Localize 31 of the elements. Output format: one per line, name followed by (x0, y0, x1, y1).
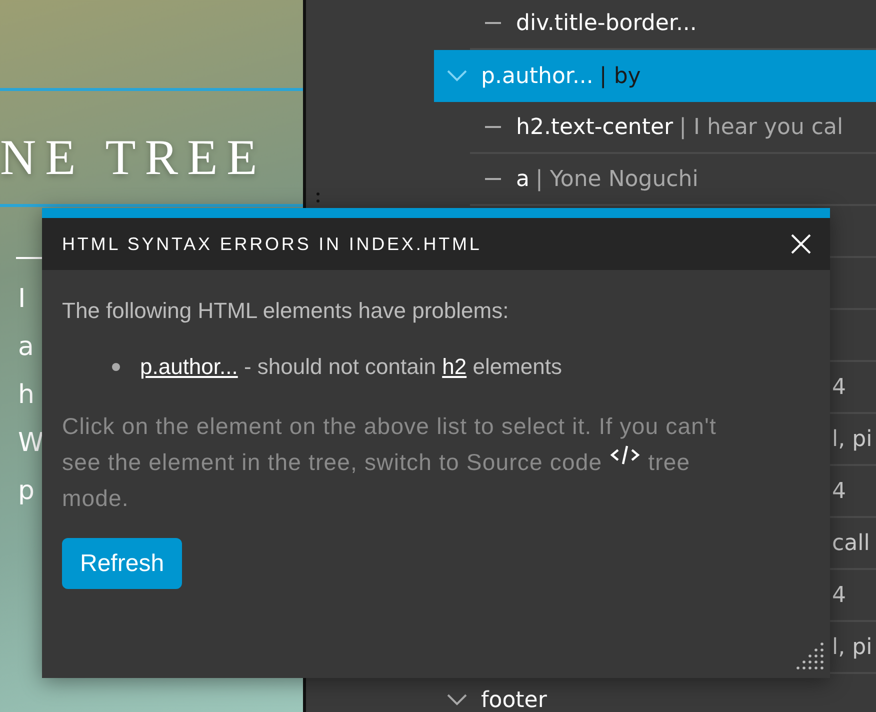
bullet-icon (112, 363, 120, 371)
tree-row-text: l, pi (832, 634, 872, 660)
resize-grip-icon[interactable] (796, 640, 826, 670)
dash-icon (485, 125, 501, 129)
poem-text: h (18, 379, 36, 412)
tree-row-text: 4 (832, 582, 846, 608)
error-message: p.author... - should not contain h2 elements (140, 353, 562, 381)
element-link[interactable]: p.author... (140, 354, 238, 379)
poem-text: p (18, 475, 36, 508)
dash-icon (485, 177, 501, 181)
dash-icon (485, 21, 501, 25)
tree-row-text: l, pi (832, 426, 872, 452)
grip-icon[interactable] (316, 192, 320, 204)
hint-text: Click on the element on the above list to select it. If you can't see the element in the tree, switch to Source code tree mode. (62, 412, 718, 513)
tree-row[interactable]: h2.text-center | I hear you cal (470, 102, 876, 154)
poem-text: a (18, 331, 35, 364)
page-heading: NE TREE (0, 129, 268, 185)
poem-text: W (18, 427, 40, 460)
element-link[interactable]: h2 (442, 354, 467, 379)
chevron-down-icon (447, 70, 467, 82)
tree-row-text: call (832, 530, 870, 556)
code-icon (609, 444, 642, 466)
tree-row-text: 4 (832, 478, 846, 504)
dialog-title: HTML SYNTAX ERRORS IN INDEX.HTML (62, 234, 482, 254)
chevron-down-icon (447, 694, 467, 706)
poem-text: I (18, 283, 27, 316)
intro-text: The following HTML elements have problems: (62, 297, 509, 325)
tree-row[interactable]: footer (434, 674, 876, 712)
tree-row[interactable]: a | Yone Noguchi (470, 154, 876, 206)
tree-row-text: 4 (832, 374, 846, 400)
tree-row[interactable]: p.author... | by (434, 50, 876, 102)
